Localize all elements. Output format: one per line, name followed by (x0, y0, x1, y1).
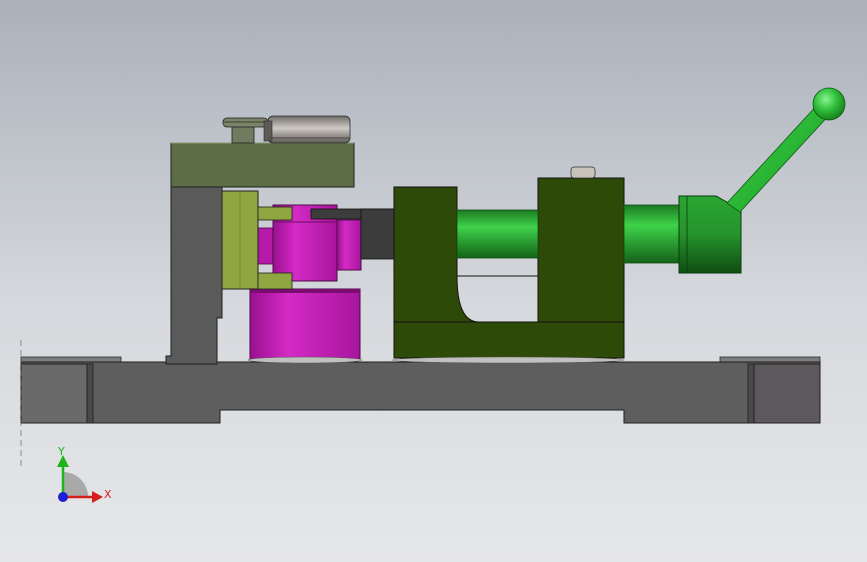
y-axis-label: Y (57, 445, 65, 458)
vertical-column[interactable] (165, 186, 223, 365)
handle-lever[interactable] (726, 102, 832, 213)
handle-hub[interactable] (678, 195, 742, 274)
handle-ball[interactable] (812, 87, 846, 121)
vise-body[interactable] (391, 166, 625, 364)
z-axis-dot-icon (58, 492, 68, 502)
knurled-nut[interactable] (263, 115, 351, 144)
clamp-screw[interactable] (222, 117, 269, 144)
orientation-triad[interactable]: Y X (57, 445, 112, 503)
workpiece-lower[interactable] (247, 288, 363, 364)
base-end-block-right (753, 363, 821, 424)
base-end-block-left (20, 363, 88, 424)
cad-viewport[interactable]: Y X (0, 0, 867, 562)
triad-plane-icon (63, 472, 88, 497)
top-arm[interactable] (170, 142, 355, 188)
x-axis-label: X (104, 488, 112, 501)
